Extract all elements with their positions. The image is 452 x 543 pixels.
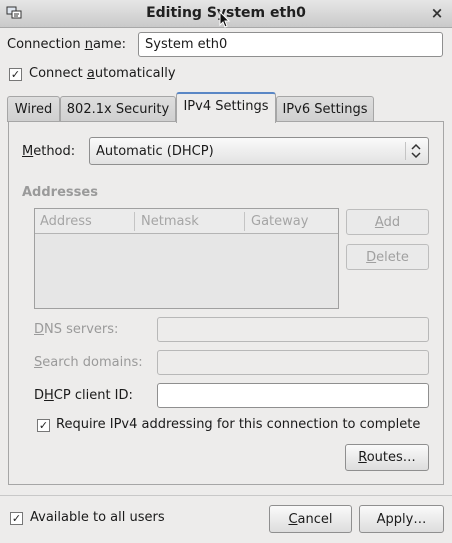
connection-name-input[interactable] [138,32,443,57]
dns-servers-input[interactable] [157,317,429,342]
apply-button[interactable]: Apply… [359,505,444,533]
connect-automatically-checkbox[interactable]: ✓ [9,68,22,81]
connection-name-label: Connection name: [7,37,126,52]
method-label: Method: [22,144,76,159]
column-header-gateway[interactable]: Gateway [251,209,308,234]
up-down-arrows-icon [411,143,421,159]
addresses-table[interactable]: Address Netmask Gateway [34,208,339,309]
column-header-address[interactable]: Address [40,209,92,234]
require-ipv4-checkbox[interactable]: ✓ [37,419,50,432]
method-combobox[interactable]: Automatic (DHCP) [89,137,429,165]
available-to-all-users-label: Available to all users [30,510,165,525]
dhcp-client-id-label: DHCP client ID: [34,388,133,403]
addresses-heading: Addresses [22,185,98,200]
dns-servers-label: DNS servers: [34,322,119,337]
available-to-all-users-checkbox[interactable]: ✓ [10,512,23,525]
column-divider [244,212,245,231]
delete-address-button[interactable]: Delete [346,244,429,270]
connect-automatically-label: Connect automatically [29,66,176,81]
cancel-button[interactable]: Cancel [269,505,352,533]
mouse-pointer-icon [219,11,231,28]
search-domains-label: Search domains: [34,355,143,370]
addresses-table-header: Address Netmask Gateway [35,209,338,234]
column-header-netmask[interactable]: Netmask [141,209,199,234]
add-address-button[interactable]: Add [346,209,429,235]
tab-wired[interactable]: Wired [7,96,60,122]
tab-8021x-security[interactable]: 802.1x Security [60,96,176,122]
tab-ipv6-settings[interactable]: IPv6 Settings [276,96,374,122]
dhcp-client-id-input[interactable] [157,383,429,408]
routes-button[interactable]: Routes… [345,444,429,471]
method-selected-value: Automatic (DHCP) [96,144,214,159]
tab-ipv4-settings[interactable]: IPv4 Settings [176,92,276,123]
footer-separator [0,495,452,496]
column-divider [134,212,135,231]
combo-separator [405,142,406,160]
search-domains-input[interactable] [157,350,429,375]
require-ipv4-label: Require IPv4 addressing for this connect… [56,417,421,432]
close-icon[interactable]: × [430,5,444,21]
